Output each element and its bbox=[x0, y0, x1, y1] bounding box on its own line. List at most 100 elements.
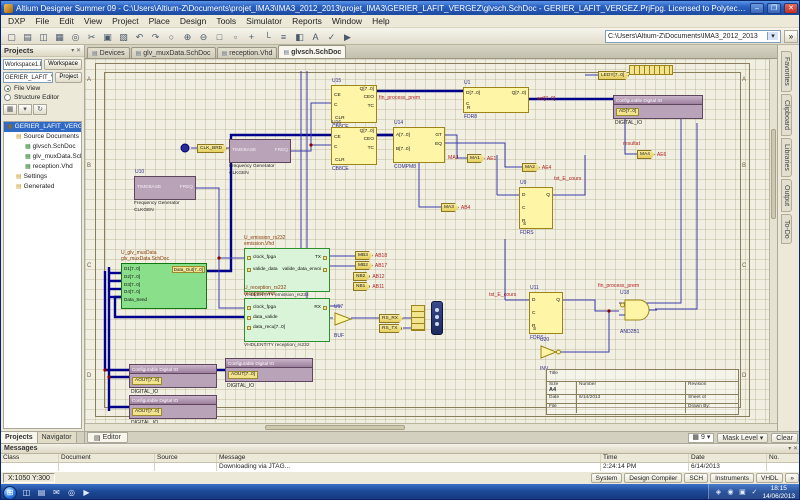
sheet-port[interactable]: CLK_BRD bbox=[197, 144, 229, 153]
net-label-icon[interactable]: A bbox=[308, 29, 323, 43]
project-button[interactable]: Project bbox=[55, 72, 82, 83]
component-counter-cb8ce-1[interactable]: U15 Q[7..0] CEC CEOTC CLR CB8CE bbox=[331, 85, 377, 123]
print-icon[interactable]: ▦ bbox=[52, 29, 67, 43]
file-view-radio[interactable]: File View bbox=[1, 83, 84, 92]
wire-icon[interactable]: └ bbox=[260, 29, 275, 43]
redo-icon[interactable]: ↷ bbox=[148, 29, 163, 43]
vertical-scrollbar[interactable] bbox=[769, 59, 777, 423]
workspace-button[interactable]: Workspace bbox=[44, 59, 82, 70]
tree-item[interactable]: ▤ Generated bbox=[4, 182, 81, 192]
zoom-out-icon[interactable]: ⊖ bbox=[196, 29, 211, 43]
sheet-port[interactable]: NB2AB12 bbox=[353, 272, 385, 281]
net-label[interactable]: fin_process_prem bbox=[379, 95, 420, 101]
place-part-icon[interactable]: ◧ bbox=[292, 29, 307, 43]
panel-refresh-icon[interactable]: ↻ bbox=[33, 104, 47, 115]
panel-menu-icon[interactable]: ▾ bbox=[788, 446, 791, 452]
component-digital-io-1[interactable]: Configurable Digital IO AOUT[7..0] DIGIT… bbox=[129, 364, 217, 388]
paste-icon[interactable]: ▧ bbox=[116, 29, 131, 43]
menu-item[interactable]: Edit bbox=[54, 16, 79, 26]
component-inv-gate[interactable]: U20 INV bbox=[539, 344, 563, 365]
net-label[interactable]: fin_process_prem bbox=[598, 283, 639, 289]
zoom-in-icon[interactable]: ⊕ bbox=[180, 29, 195, 43]
sheet-port[interactable]: NB1AB11 bbox=[353, 282, 384, 291]
panel-launcher-button[interactable]: Instruments bbox=[710, 473, 754, 483]
panel-tab[interactable]: Favorites bbox=[781, 51, 792, 92]
menu-item[interactable]: Reports bbox=[287, 16, 327, 26]
explorer-icon[interactable]: ▤ bbox=[35, 486, 48, 499]
clear-button[interactable]: Clear bbox=[771, 433, 798, 443]
component-clkgen-1[interactable]: TIMEBASE FREQ Frequency Generator CLKGEN bbox=[229, 139, 291, 163]
sheet-port[interactable]: MA2AE4 bbox=[522, 163, 551, 172]
component-digital-io-3[interactable]: Configurable Digital IO AOUT[7..0] DIGIT… bbox=[129, 395, 217, 419]
vhdl-entity-reception[interactable]: U_reception_rs232 reception.Vhd clock_fp… bbox=[244, 298, 330, 342]
panel-dropdown-icon[interactable]: ▾ bbox=[18, 104, 32, 115]
panel-tab[interactable]: Output bbox=[781, 179, 792, 212]
select-icon[interactable]: ▫ bbox=[228, 29, 243, 43]
panel-close-icon[interactable]: ✕ bbox=[76, 48, 81, 54]
browse-button[interactable]: » bbox=[784, 30, 798, 43]
sheet-port[interactable]: MB2AB17 bbox=[355, 261, 387, 270]
minimize-button[interactable]: – bbox=[750, 3, 764, 14]
horizontal-scrollbar[interactable] bbox=[85, 423, 777, 431]
component-fdrs-1[interactable]: U9 DCR Q S FDRS bbox=[519, 187, 553, 229]
address-combo[interactable]: C:\Users\Altium-Z\Documents\IMA3_2012_20… bbox=[605, 30, 781, 43]
sheet-port[interactable]: MA3AB4 bbox=[441, 203, 470, 212]
project-select[interactable]: GERIER_LAFIT_VERGEZ.PrjFpg bbox=[3, 72, 53, 83]
panel-menu-icon[interactable]: ▾ bbox=[71, 48, 74, 54]
altium-icon[interactable]: ▶ bbox=[80, 486, 93, 499]
component-fdr8[interactable]: U1 D[7..0]C Q[7..0] R FDR8 bbox=[463, 87, 529, 113]
more-panels-button[interactable]: » bbox=[785, 473, 799, 483]
menu-item[interactable]: DXP bbox=[3, 16, 30, 26]
panel-tab[interactable]: To-Do bbox=[781, 214, 792, 245]
cut-icon[interactable]: ✂ bbox=[84, 29, 99, 43]
mask-level-button[interactable]: Mask Level ▾ bbox=[717, 433, 768, 443]
new-document-icon[interactable]: ▢ bbox=[4, 29, 19, 43]
menu-item[interactable]: Design bbox=[175, 16, 211, 26]
panel-launcher-button[interactable]: System bbox=[591, 473, 623, 483]
tree-item[interactable]: ▦ glvsch.SchDoc bbox=[4, 142, 81, 152]
sheet-port[interactable]: MB3AB18 bbox=[355, 251, 387, 260]
menu-item[interactable]: View bbox=[79, 16, 107, 26]
taskbar-clock[interactable]: 18:15 14/06/2013 bbox=[762, 485, 795, 500]
menu-item[interactable]: Window bbox=[327, 16, 367, 26]
panel-bottom-tab[interactable]: Navigator bbox=[38, 432, 77, 443]
resistor-array[interactable] bbox=[629, 65, 673, 75]
net-label[interactable]: MAJ bbox=[448, 155, 458, 161]
document-tab[interactable]: ▤ Devices bbox=[87, 47, 130, 58]
panel-list-icon[interactable]: ▦ bbox=[3, 104, 17, 115]
sheet-port[interactable]: RS_TX bbox=[379, 324, 404, 333]
editor-tab[interactable]: ▤ Editor bbox=[87, 432, 128, 443]
copy-icon[interactable]: ▣ bbox=[100, 29, 115, 43]
panel-close-icon[interactable]: ✕ bbox=[793, 446, 798, 452]
compile-icon[interactable]: ✓ bbox=[324, 29, 339, 43]
tree-item[interactable]: ▤ Settings bbox=[4, 172, 81, 182]
component-compm8[interactable]: U14 A[7..0]B[7..0] GTEQ COMPM8 bbox=[393, 127, 445, 163]
scroll-thumb[interactable] bbox=[771, 129, 776, 219]
component-buf-gate[interactable]: U17 BUF bbox=[333, 311, 353, 332]
menu-item[interactable]: Help bbox=[367, 16, 394, 26]
menu-item[interactable]: Project bbox=[107, 16, 143, 26]
component-digital-io-2[interactable]: Configurable Digital IO AOUT[7..0] DIGIT… bbox=[225, 358, 313, 382]
run-icon[interactable]: ▶ bbox=[340, 29, 355, 43]
component-clkgen-2[interactable]: U10 TIMEBASE FREQ Frequency Generator CL… bbox=[134, 176, 196, 200]
zoom-fit-icon[interactable]: □ bbox=[212, 29, 227, 43]
rs232-connector[interactable] bbox=[431, 301, 443, 335]
dropdown-arrow-icon[interactable]: ▾ bbox=[767, 32, 778, 40]
move-icon[interactable]: + bbox=[244, 29, 259, 43]
volume-icon[interactable]: ◉ bbox=[725, 486, 735, 499]
menu-item[interactable]: Tools bbox=[211, 16, 241, 26]
pin-header[interactable] bbox=[411, 305, 425, 331]
component-digital-io-top[interactable]: Configurable Digital IO AD[7..0] DIGITAL… bbox=[613, 95, 703, 119]
update-icon[interactable]: ▣ bbox=[737, 486, 747, 499]
structure-editor-radio[interactable]: Structure Editor bbox=[1, 92, 84, 101]
close-button[interactable]: ✕ bbox=[784, 3, 798, 14]
net-label[interactable]: wd[7..0] bbox=[537, 96, 555, 102]
sheet-port[interactable]: MA4AE6 bbox=[637, 150, 666, 159]
grid-combo[interactable]: ▦9▾ bbox=[688, 433, 714, 443]
antivirus-icon[interactable]: ✓ bbox=[749, 486, 759, 499]
component-and-gate[interactable]: U18 AND2B1 bbox=[619, 297, 657, 328]
internet-icon[interactable]: ◫ bbox=[20, 486, 33, 499]
menu-item[interactable]: Simulator bbox=[241, 16, 287, 26]
net-label[interactable]: tst_E_cours bbox=[554, 176, 581, 182]
tree-item[interactable]: ▦ glv_muxData.SchDoc bbox=[4, 152, 81, 162]
